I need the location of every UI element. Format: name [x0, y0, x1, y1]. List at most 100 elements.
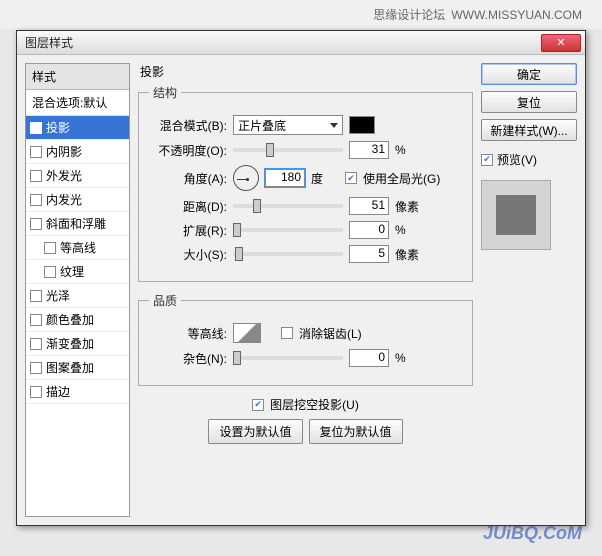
distance-slider[interactable] — [233, 204, 343, 208]
blend-mode-select[interactable]: 正片叠底 — [233, 115, 343, 135]
style-label: 投影 — [46, 119, 70, 136]
style-checkbox[interactable] — [44, 242, 56, 254]
action-panel: 确定 复位 新建样式(W)... 预览(V) — [481, 63, 577, 517]
dialog-body: 样式 混合选项:默认 投影内阴影外发光内发光斜面和浮雕等高线纹理光泽颜色叠加渐变… — [17, 55, 585, 525]
watermark: JUiBQ.CoM — [483, 523, 582, 544]
percent-unit: % — [395, 351, 423, 365]
px-unit: 像素 — [395, 198, 423, 215]
style-checkbox[interactable] — [30, 122, 42, 134]
blend-options-row[interactable]: 混合选项:默认 — [26, 90, 129, 116]
style-item-11[interactable]: 描边 — [26, 380, 129, 404]
knockout-row: 图层挖空投影(U) — [138, 396, 473, 413]
distance-input[interactable]: 51 — [349, 197, 389, 215]
blend-mode-label: 混合模式(B): — [149, 117, 227, 134]
style-checkbox[interactable] — [30, 170, 42, 182]
style-label: 斜面和浮雕 — [46, 215, 106, 232]
site-name: 思缘设计论坛 — [373, 8, 445, 22]
close-button[interactable]: ✕ — [541, 34, 581, 52]
style-checkbox[interactable] — [30, 386, 42, 398]
style-item-7[interactable]: 光泽 — [26, 284, 129, 308]
new-style-button[interactable]: 新建样式(W)... — [481, 119, 577, 141]
preview-thumbnail — [481, 180, 551, 250]
blend-mode-row: 混合模式(B): 正片叠底 — [149, 115, 462, 135]
distance-row: 距离(D): 51 像素 — [149, 197, 462, 215]
angle-label: 角度(A): — [149, 170, 227, 187]
chevron-down-icon — [330, 123, 338, 128]
set-default-button[interactable]: 设置为默认值 — [208, 419, 302, 444]
knockout-label: 图层挖空投影(U) — [270, 396, 359, 413]
preview-toggle[interactable]: 预览(V) — [481, 151, 577, 168]
cancel-button[interactable]: 复位 — [481, 91, 577, 113]
style-checkbox[interactable] — [44, 266, 56, 278]
global-light-label: 使用全局光(G) — [363, 170, 440, 187]
antialias-checkbox[interactable] — [281, 327, 293, 339]
style-label: 内阴影 — [46, 143, 82, 160]
style-checkbox[interactable] — [30, 146, 42, 158]
shadow-color-swatch[interactable] — [349, 116, 375, 134]
style-checkbox[interactable] — [30, 194, 42, 206]
style-checkbox[interactable] — [30, 218, 42, 230]
noise-input[interactable]: 0 — [349, 349, 389, 367]
default-buttons-row: 设置为默认值 复位为默认值 — [138, 419, 473, 444]
style-label: 渐变叠加 — [46, 335, 94, 352]
style-checkbox[interactable] — [30, 338, 42, 350]
styles-list-panel: 样式 混合选项:默认 投影内阴影外发光内发光斜面和浮雕等高线纹理光泽颜色叠加渐变… — [25, 63, 130, 517]
noise-slider[interactable] — [233, 356, 343, 360]
knockout-checkbox[interactable] — [252, 399, 264, 411]
preview-checkbox[interactable] — [481, 154, 493, 166]
angle-row: 角度(A): 180 度 使用全局光(G) — [149, 165, 462, 191]
opacity-input[interactable]: 31 — [349, 141, 389, 159]
preview-label: 预览(V) — [497, 151, 537, 168]
style-item-8[interactable]: 颜色叠加 — [26, 308, 129, 332]
style-checkbox[interactable] — [30, 314, 42, 326]
global-light-checkbox[interactable] — [345, 172, 357, 184]
spread-input[interactable]: 0 — [349, 221, 389, 239]
style-label: 颜色叠加 — [46, 311, 94, 328]
opacity-slider[interactable] — [233, 148, 343, 152]
style-item-1[interactable]: 内阴影 — [26, 140, 129, 164]
percent-unit: % — [395, 143, 423, 157]
ok-button[interactable]: 确定 — [481, 63, 577, 85]
settings-panel: 投影 结构 混合模式(B): 正片叠底 不透明度(O): 31 % — [138, 63, 473, 517]
contour-picker[interactable] — [233, 323, 261, 343]
size-slider[interactable] — [233, 252, 343, 256]
style-item-2[interactable]: 外发光 — [26, 164, 129, 188]
section-title: 投影 — [140, 63, 473, 80]
style-item-4[interactable]: 斜面和浮雕 — [26, 212, 129, 236]
quality-legend: 品质 — [149, 292, 181, 309]
structure-group: 结构 混合模式(B): 正片叠底 不透明度(O): 31 % 角度 — [138, 84, 473, 282]
style-item-0[interactable]: 投影 — [26, 116, 129, 140]
style-label: 图案叠加 — [46, 359, 94, 376]
style-item-3[interactable]: 内发光 — [26, 188, 129, 212]
titlebar[interactable]: 图层样式 ✕ — [17, 31, 585, 55]
angle-input[interactable]: 180 — [265, 169, 305, 187]
noise-label: 杂色(N): — [149, 350, 227, 367]
style-item-9[interactable]: 渐变叠加 — [26, 332, 129, 356]
angle-dial[interactable] — [233, 165, 259, 191]
opacity-row: 不透明度(O): 31 % — [149, 141, 462, 159]
spread-slider[interactable] — [233, 228, 343, 232]
noise-row: 杂色(N): 0 % — [149, 349, 462, 367]
layer-style-dialog: 图层样式 ✕ 样式 混合选项:默认 投影内阴影外发光内发光斜面和浮雕等高线纹理光… — [16, 30, 586, 526]
style-item-5[interactable]: 等高线 — [26, 236, 129, 260]
style-label: 纹理 — [60, 263, 84, 280]
style-item-10[interactable]: 图案叠加 — [26, 356, 129, 380]
spread-label: 扩展(R): — [149, 222, 227, 239]
site-url: WWW.MISSYUAN.COM — [451, 8, 582, 22]
blend-mode-value: 正片叠底 — [238, 117, 286, 134]
quality-group: 品质 等高线: 消除锯齿(L) 杂色(N): 0 % — [138, 292, 473, 386]
structure-legend: 结构 — [149, 84, 181, 101]
size-input[interactable]: 5 — [349, 245, 389, 263]
reset-default-button[interactable]: 复位为默认值 — [309, 419, 403, 444]
contour-row: 等高线: 消除锯齿(L) — [149, 323, 462, 343]
size-label: 大小(S): — [149, 246, 227, 263]
styles-header: 样式 — [26, 64, 129, 90]
style-label: 内发光 — [46, 191, 82, 208]
style-checkbox[interactable] — [30, 290, 42, 302]
style-label: 光泽 — [46, 287, 70, 304]
distance-label: 距离(D): — [149, 198, 227, 215]
degree-unit: 度 — [311, 170, 339, 187]
percent-unit: % — [395, 223, 423, 237]
style-item-6[interactable]: 纹理 — [26, 260, 129, 284]
style-checkbox[interactable] — [30, 362, 42, 374]
